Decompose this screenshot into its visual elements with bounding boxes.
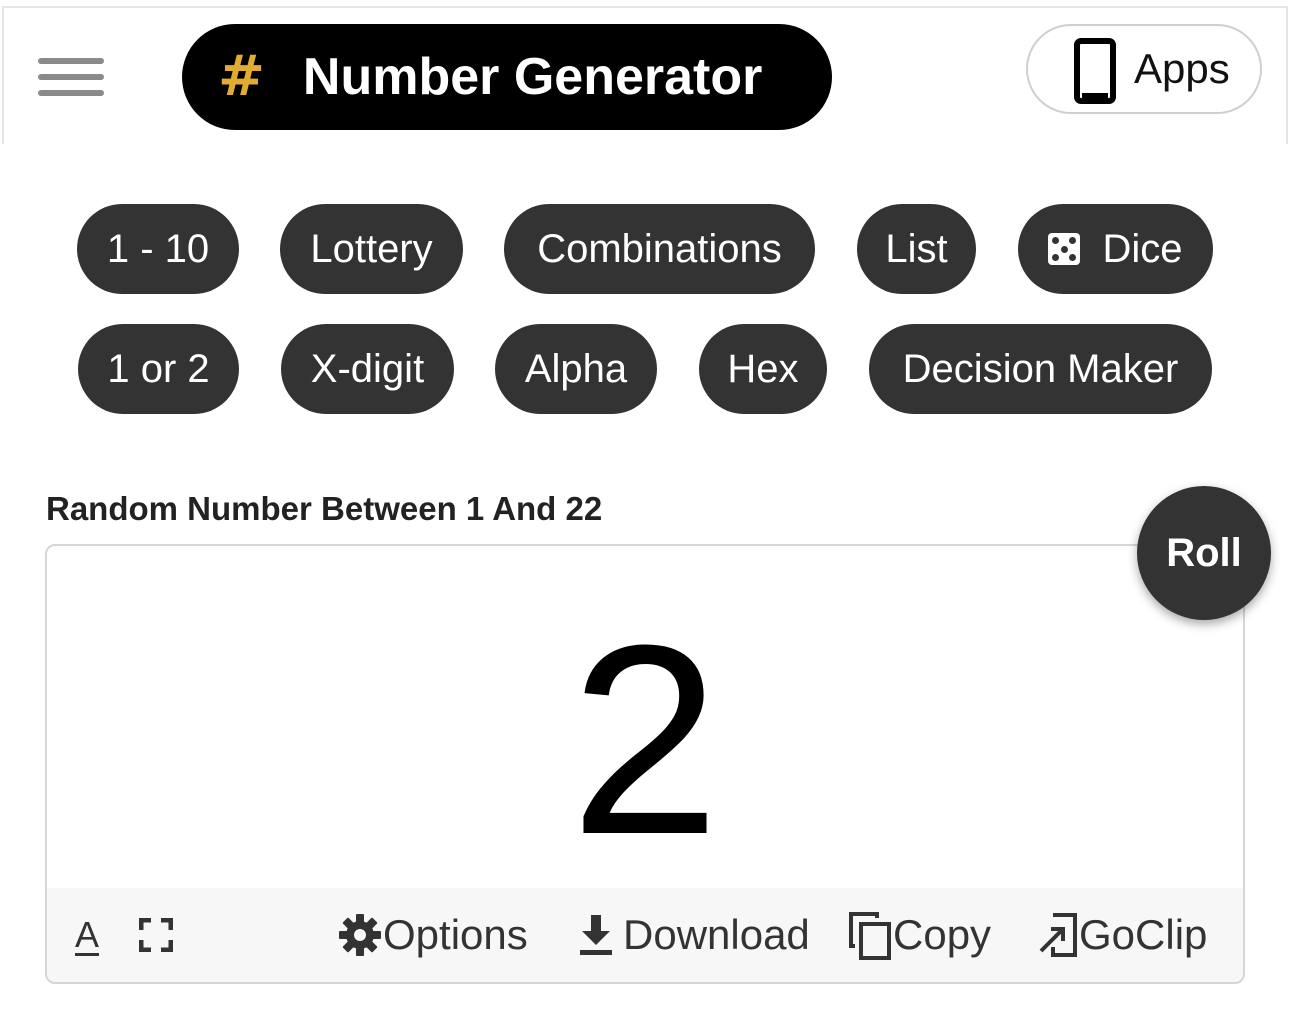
download-button[interactable]: Download bbox=[577, 888, 810, 982]
nav-pill-alpha[interactable]: Alpha bbox=[495, 324, 657, 414]
dice-icon bbox=[1048, 233, 1081, 265]
options-button[interactable]: Options bbox=[337, 888, 528, 982]
download-icon bbox=[580, 915, 612, 955]
download-label: Download bbox=[623, 911, 810, 958]
goclip-label: GoClip bbox=[1079, 911, 1208, 958]
fullscreen-icon[interactable] bbox=[139, 888, 173, 982]
copy-label: Copy bbox=[893, 911, 992, 958]
goclip-icon bbox=[1039, 913, 1077, 957]
copy-button[interactable]: Copy bbox=[847, 888, 991, 982]
nav-pill-1-or-2[interactable]: 1 or 2 bbox=[78, 324, 239, 414]
roll-button[interactable]: Roll bbox=[1137, 486, 1271, 620]
nav-pill-decision-maker[interactable]: Decision Maker bbox=[869, 324, 1212, 414]
result-number: 2 bbox=[569, 590, 721, 891]
goclip-button[interactable]: GoClip bbox=[1039, 888, 1207, 982]
result-toolbar: A Options Download Copy GoClip bbox=[47, 888, 1243, 982]
nav-pill-combinations[interactable]: Combinations bbox=[504, 204, 815, 294]
brand-title: Number Generator bbox=[302, 48, 763, 106]
nav-pill-hex[interactable]: Hex bbox=[699, 324, 827, 414]
page-title: Random Number Between 1 And 22 bbox=[46, 490, 603, 527]
hash-icon: # bbox=[218, 44, 265, 109]
options-label: Options bbox=[383, 911, 528, 958]
apps-label: Apps bbox=[1134, 45, 1230, 92]
gear-icon bbox=[339, 914, 381, 956]
nav-pill-x-digit[interactable]: X-digit bbox=[281, 324, 454, 414]
copy-icon bbox=[849, 912, 891, 960]
nav-pill-1-10[interactable]: 1 - 10 bbox=[77, 204, 239, 294]
nav-pill-list[interactable]: List bbox=[857, 204, 976, 294]
nav-pill-dice[interactable]: Dice bbox=[1018, 204, 1213, 294]
phone-icon bbox=[1074, 38, 1116, 104]
nav-pill-lottery[interactable]: Lottery bbox=[280, 204, 463, 294]
brand-logo-button[interactable]: # Number Generator bbox=[182, 24, 832, 130]
apps-button[interactable]: Apps bbox=[1026, 24, 1262, 114]
app-header: # Number Generator Apps bbox=[2, 6, 1288, 144]
menu-icon[interactable] bbox=[38, 52, 106, 102]
font-size-icon[interactable]: A bbox=[75, 888, 99, 982]
result-panel: 2 A Options Download Copy GoClip bbox=[45, 544, 1245, 984]
